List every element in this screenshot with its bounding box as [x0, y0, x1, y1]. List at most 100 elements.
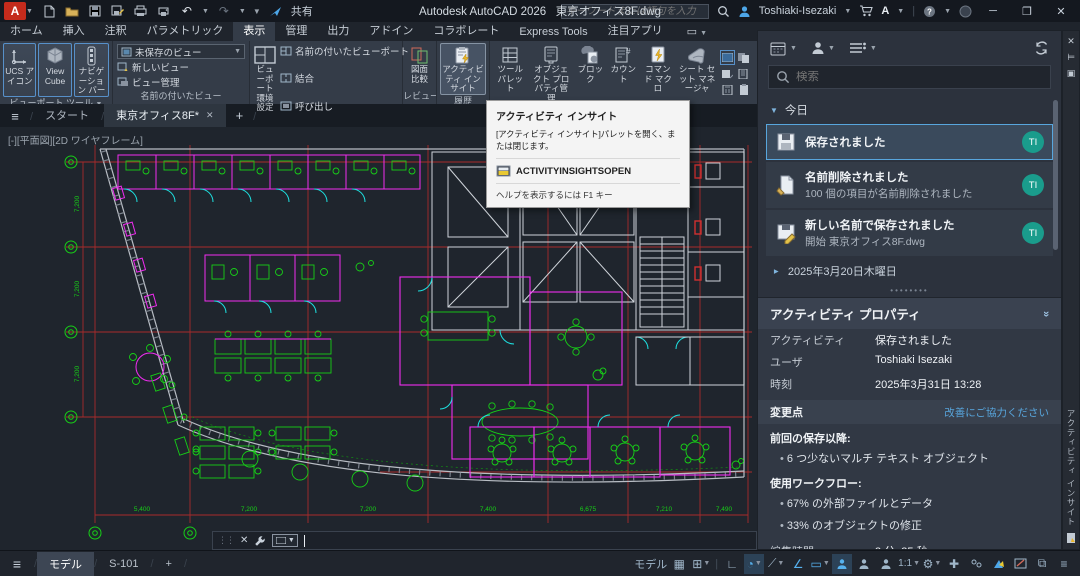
new-view-button[interactable]: 新しいビュー: [117, 60, 245, 74]
panel-label-review[interactable]: レビュー: [403, 90, 436, 104]
tab-addins[interactable]: アドイン: [359, 20, 423, 41]
tab-parametric[interactable]: パラメトリック: [137, 20, 234, 41]
tab-collaborate[interactable]: コラボレート: [423, 20, 509, 41]
qat-customize-caret-icon[interactable]: ▼: [253, 7, 261, 16]
filter-user-button[interactable]: ▼: [811, 41, 835, 55]
restore-viewports-button[interactable]: 呼び出し: [280, 99, 409, 113]
view-manager-button[interactable]: ビュー管理: [117, 75, 245, 89]
app-menu-caret-icon[interactable]: ▼: [26, 8, 33, 15]
polar-tracking-toggle[interactable]: ◔▼: [744, 554, 764, 574]
palette-autohide-icon[interactable]: ⊨: [1067, 52, 1075, 63]
save-icon[interactable]: [87, 3, 103, 19]
cart-icon[interactable]: [859, 5, 873, 17]
tab-manage[interactable]: 管理: [275, 20, 317, 41]
viewport-controls-label[interactable]: [-][平面図][2D ワイヤフレーム]: [8, 132, 143, 147]
layer-palette-icon[interactable]: [736, 66, 751, 81]
workspace-switching-gear-icon[interactable]: ⚙▼: [922, 554, 942, 574]
tab-close-icon[interactable]: ✕: [206, 110, 214, 121]
panel-label-viewport-tools[interactable]: ビューポート ツール ▼: [0, 97, 112, 105]
grid-display-toggle[interactable]: ▦: [669, 554, 689, 574]
filter-date-button[interactable]: ▼: [770, 41, 797, 56]
blocks-palette-button[interactable]: ブロック: [575, 43, 606, 104]
tab-start[interactable]: スタート: [33, 104, 101, 127]
help-icon[interactable]: ?: [923, 5, 936, 18]
annotation-monitor-toggle[interactable]: ✚: [944, 554, 964, 574]
palette-search[interactable]: [768, 65, 1051, 89]
autodesk-caret-icon[interactable]: ▼: [897, 8, 904, 15]
visual-styles-icon[interactable]: [720, 50, 735, 65]
command-line-wrench-icon[interactable]: [254, 535, 266, 547]
tab-view[interactable]: 表示: [233, 20, 275, 41]
panel-label-history[interactable]: 履歴: [437, 95, 489, 105]
restore-button[interactable]: ❐: [1014, 1, 1040, 21]
activity-item-saveas[interactable]: 新しい名前で保存されました 開始 東京オフィス8F.dwg TI: [766, 210, 1053, 256]
annotation-visibility-toggle[interactable]: [832, 554, 852, 574]
view-combo[interactable]: 未保存のビュー▼: [117, 44, 245, 59]
tab-output[interactable]: 出力: [317, 20, 359, 41]
redo-caret-icon[interactable]: ▼: [239, 8, 246, 15]
autoscale-toggle[interactable]: [854, 554, 874, 574]
ucs-icon-button[interactable]: UCS アイコン: [3, 43, 36, 97]
join-viewports-button[interactable]: 結合: [280, 71, 409, 85]
save-as-icon[interactable]: [110, 3, 126, 19]
palette-search-input[interactable]: [796, 71, 1043, 83]
panel-label-named-views[interactable]: 名前の付いたビュー: [113, 90, 249, 104]
filter-type-button[interactable]: ▼: [849, 42, 877, 54]
palette-properties-icon[interactable]: ▣: [1067, 68, 1076, 79]
xref-palette-icon[interactable]: [736, 50, 751, 65]
older-date-group[interactable]: ▼ 2025年3月20日木曜日: [758, 257, 1061, 285]
share-label[interactable]: 共有: [291, 3, 313, 19]
named-viewports-button[interactable]: 名前の付いたビューポート: [280, 44, 409, 58]
annotation-scale-value[interactable]: 1:1▼: [898, 554, 920, 574]
minimize-button[interactable]: ─: [980, 1, 1006, 21]
calc-palette-icon[interactable]: [720, 82, 735, 97]
command-line-close-icon[interactable]: ✕: [240, 535, 248, 546]
count-palette-button[interactable]: # カウント: [608, 43, 639, 104]
section-today[interactable]: ▼ 今日: [758, 97, 1061, 123]
space-indicator[interactable]: モデル: [634, 554, 667, 574]
new-file-icon[interactable]: [41, 3, 57, 19]
clean-screen-icon[interactable]: [1010, 554, 1030, 574]
avatar[interactable]: TI: [1022, 131, 1044, 153]
markup-palette-icon[interactable]: [720, 66, 735, 81]
plot-icon[interactable]: [133, 3, 149, 19]
command-macros-button[interactable]: コマンド マクロ: [641, 43, 675, 104]
file-tab-menu-icon[interactable]: ≡: [0, 109, 30, 127]
model-tab[interactable]: モデル: [37, 552, 94, 576]
palette-vertical-title[interactable]: アクティビティ インサイト: [1065, 409, 1077, 526]
palette-scrollbar[interactable]: [1053, 100, 1058, 250]
command-line-grip[interactable]: ⋮⋮: [218, 535, 234, 546]
tab-annotate[interactable]: 注釈: [95, 20, 137, 41]
ribbon-display-toggle-icon[interactable]: ▭ ▼: [677, 23, 717, 41]
layout-menu-icon[interactable]: ≡: [0, 556, 34, 572]
drawing-compare-button[interactable]: 図面 比較: [405, 43, 434, 90]
avatar[interactable]: TI: [1022, 222, 1044, 244]
tab-home[interactable]: ホーム: [0, 20, 53, 41]
section-collapse-icon[interactable]: ▼: [770, 106, 778, 115]
graphics-performance-icon[interactable]: [988, 554, 1008, 574]
print-icon[interactable]: [156, 3, 172, 19]
tool-palettes-button[interactable]: ツール パレット: [493, 43, 527, 104]
new-layout-button[interactable]: +: [154, 554, 184, 574]
user-icon[interactable]: [738, 5, 751, 18]
activity-item-purged[interactable]: 名前削除されました 100 個の項目が名前削除されました TI: [766, 162, 1053, 208]
notification-icon[interactable]: [959, 5, 972, 18]
help-caret-icon[interactable]: ▼: [944, 8, 951, 15]
undo-icon[interactable]: ↶: [179, 3, 195, 19]
osnap-tracking-toggle[interactable]: ∠: [788, 554, 808, 574]
tab-featured-apps[interactable]: 注目アプリ: [598, 20, 673, 41]
tab-express-tools[interactable]: Express Tools: [509, 24, 597, 41]
help-search-input[interactable]: [561, 4, 709, 19]
palette-close-icon[interactable]: ✕: [1067, 36, 1075, 47]
annotation-scale-icon[interactable]: [876, 554, 896, 574]
customization-menu-icon[interactable]: ≡: [1054, 554, 1074, 574]
tab-document[interactable]: 東京オフィス8F*✕: [104, 104, 225, 127]
isodraft-toggle[interactable]: ⟋▼: [766, 554, 786, 574]
command-input-button[interactable]: ▼: [272, 534, 298, 547]
signed-in-user[interactable]: Toshiaki-Isezaki: [759, 5, 837, 17]
autocad-app-logo[interactable]: A: [4, 2, 26, 20]
search-icon[interactable]: [717, 5, 730, 18]
isolate-objects-icon[interactable]: [966, 554, 986, 574]
tab-insert[interactable]: 挿入: [53, 20, 95, 41]
undo-caret-icon[interactable]: ▼: [202, 8, 209, 15]
